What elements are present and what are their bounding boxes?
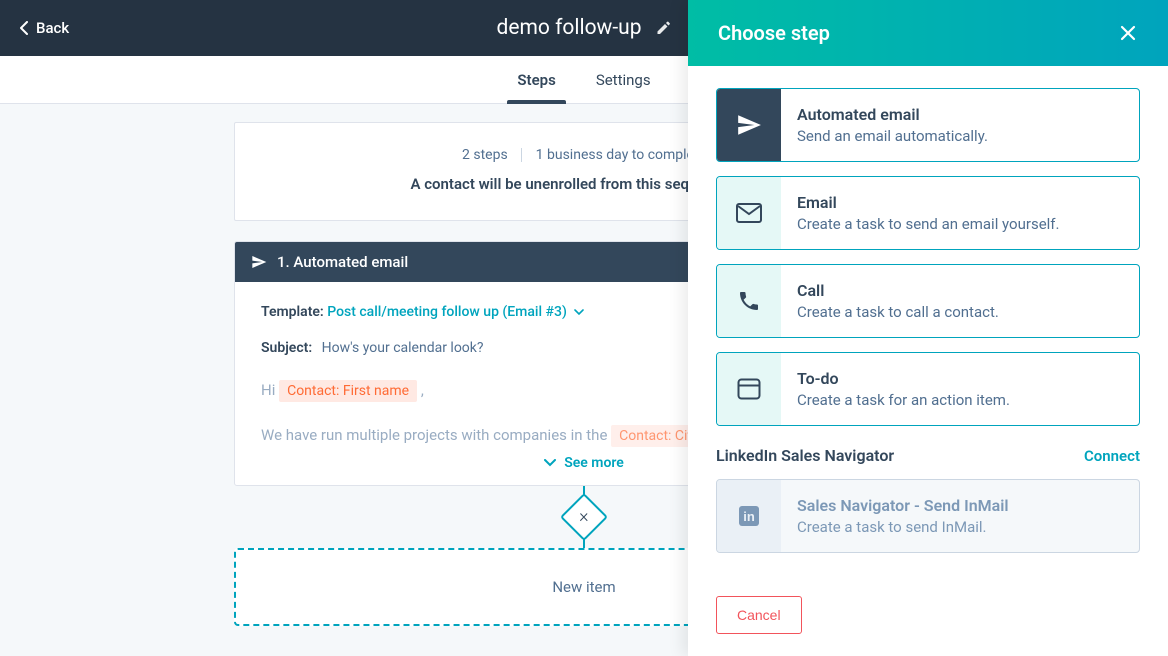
step-header-title: 1. Automated email [277,253,408,271]
option-desc: Create a task to send InMail. [797,518,1009,536]
option-automated-email[interactable]: Automated email Send an email automatica… [716,88,1140,162]
option-desc: Create a task to send an email yourself. [797,215,1059,233]
option-desc: Create a task to call a contact. [797,303,999,321]
panel-footer: Cancel [688,580,1168,656]
option-call[interactable]: Call Create a task to call a contact. [716,264,1140,338]
new-item-label: New item [552,578,615,596]
page-title: demo follow-up [496,16,641,40]
option-title: To-do [797,369,1010,388]
option-title: Automated email [797,105,988,124]
svg-text:in: in [743,509,755,524]
template-name: Post call/meeting follow up (Email #3) [327,304,567,320]
browser-icon [717,353,781,425]
option-desc: Create a task for an action item. [797,391,1010,409]
summary-duration: 1 business day to complete [536,147,706,163]
subject-label: Subject: [261,340,312,356]
chevron-left-icon [20,21,28,35]
close-icon: × [579,508,588,526]
body-hi: Hi [261,381,279,399]
back-button[interactable]: Back [0,0,89,56]
template-dropdown[interactable]: Post call/meeting follow up (Email #3) [327,304,584,320]
option-desc: Send an email automatically. [797,127,988,145]
envelope-icon [717,177,781,249]
template-label: Template: [261,304,324,320]
paper-plane-icon [717,89,781,161]
option-linkedin-inmail: in Sales Navigator - Send InMail Create … [716,479,1140,553]
see-more-label: See more [564,455,624,471]
body-line2-pre: We have run multiple projects with compa… [261,426,611,444]
cancel-button[interactable]: Cancel [716,596,802,634]
panel-body: Automated email Send an email automatica… [688,66,1168,580]
divider-icon [521,148,522,162]
linkedin-icon: in [717,480,781,552]
option-title: Email [797,193,1059,212]
panel-header: Choose step [688,0,1168,66]
panel-title: Choose step [718,21,830,45]
tab-settings[interactable]: Settings [596,56,651,103]
tab-steps[interactable]: Steps [517,56,555,103]
option-todo[interactable]: To-do Create a task for an action item. [716,352,1140,426]
linkedin-section-title: LinkedIn Sales Navigator [716,446,894,465]
token-first-name[interactable]: Contact: First name [279,380,417,402]
paper-plane-icon [251,254,267,270]
option-title: Call [797,281,999,300]
back-label: Back [36,19,69,37]
option-title: Sales Navigator - Send InMail [797,496,1009,515]
connect-link[interactable]: Connect [1084,447,1140,465]
chevron-down-icon [570,304,584,320]
linkedin-section-header: LinkedIn Sales Navigator Connect [716,446,1140,465]
chevron-down-icon [544,459,556,467]
body-comma: , [421,381,424,399]
phone-icon [717,265,781,337]
pencil-icon[interactable] [656,20,672,36]
subject-value: How's your calendar look? [322,340,484,356]
summary-step-count: 2 steps [462,147,508,163]
choose-step-panel: Choose step Automated email Send an emai… [688,0,1168,656]
close-panel-button[interactable] [1118,23,1138,43]
remove-step-button[interactable]: × [560,493,608,541]
option-email[interactable]: Email Create a task to send an email you… [716,176,1140,250]
page-title-wrap: demo follow-up [496,16,671,40]
